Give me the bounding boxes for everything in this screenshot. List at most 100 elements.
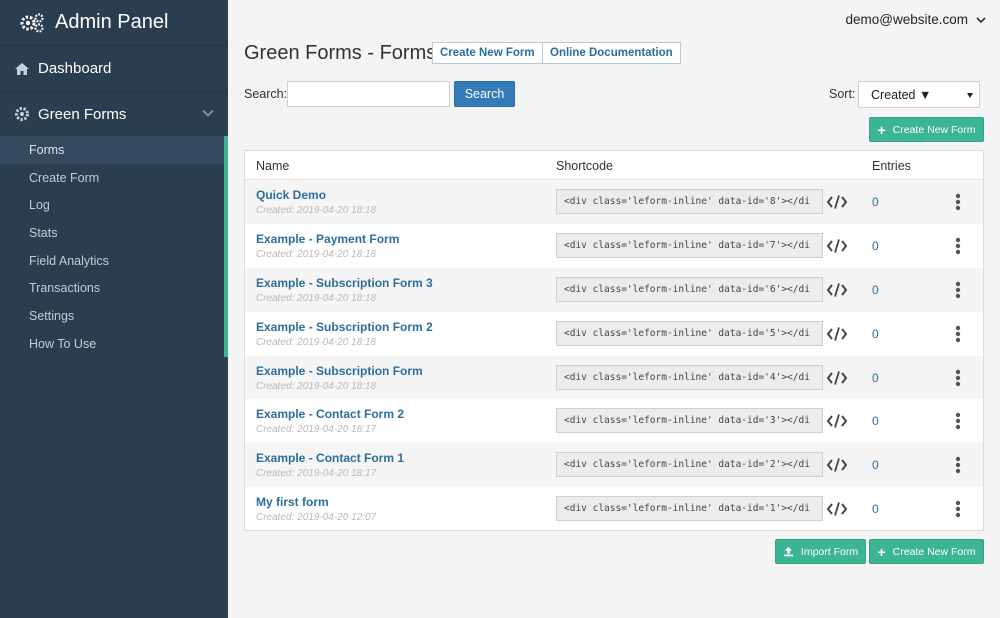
entries-count-link[interactable]: 0 [872,414,879,428]
home-icon [15,62,29,75]
shortcode-field[interactable]: <div class='leform-inline' data-id='1'><… [556,496,823,522]
table-row: Example - Payment Form Created: 2019-04-2… [245,224,983,268]
caret-down-icon [967,93,973,98]
user-email: demo@website.com [845,12,968,27]
nav-group-label: Green Forms [38,105,127,123]
sidebar-item-transactions[interactable]: Transactions [0,274,228,302]
more-vertical-icon[interactable] [953,325,963,343]
column-header-name: Name [256,159,290,173]
more-vertical-icon[interactable] [953,369,963,387]
form-name-link[interactable]: Example - Contact Form 2 [256,407,404,421]
code-icon[interactable] [827,501,847,517]
table-row: My first form Created: 2019-04-20 12:07 <d… [245,487,983,531]
create-new-form-button-bottom[interactable]: + Create New Form [869,539,984,564]
sidebar-item-log[interactable]: Log [0,191,228,219]
code-icon[interactable] [827,282,847,298]
table-row: Quick Demo Created: 2019-04-20 18:18 <div … [245,180,983,224]
more-vertical-icon[interactable] [953,237,963,255]
table-header: Name Shortcode Entries [245,151,983,180]
code-icon[interactable] [827,413,847,429]
import-form-button[interactable]: Import Form [775,539,866,564]
chevron-down-icon [202,109,214,117]
shortcode-field[interactable]: <div class='leform-inline' data-id='2'><… [556,452,823,478]
create-new-form-label: Create New Form [892,123,976,136]
created-date: Created: 2019-04-20 18:18 [256,248,377,260]
header-create-new-form-button[interactable]: Create New Form [432,42,543,64]
code-icon[interactable] [827,370,847,386]
table-body: Quick Demo Created: 2019-04-20 18:18 <div … [245,180,983,531]
sidebar-item-how-to-use[interactable]: How To Use [0,330,228,358]
column-header-shortcode: Shortcode [556,159,613,173]
entries-count-link[interactable]: 0 [872,239,879,253]
shortcode-field[interactable]: <div class='leform-inline' data-id='7'><… [556,232,823,258]
sidebar-item-forms[interactable]: Forms [0,136,228,164]
code-icon[interactable] [827,326,847,342]
code-icon[interactable] [827,194,847,210]
sort-label: Sort: [829,87,856,101]
sidebar-item-stats[interactable]: Stats [0,219,228,247]
form-name-link[interactable]: Example - Subscription Form 2 [256,320,433,334]
shortcode-field[interactable]: <div class='leform-inline' data-id='8'><… [556,189,823,214]
page-title: Green Forms - Forms [244,42,437,64]
sort-value: Created ▼ [871,87,932,102]
entries-count-link[interactable]: 0 [872,502,879,516]
upload-icon [783,547,793,557]
search-button[interactable]: Search [454,81,515,107]
create-new-form-button-top[interactable]: + Create New Form [869,117,984,142]
code-icon[interactable] [827,238,847,254]
form-name-link[interactable]: Example - Contact Form 1 [256,451,404,465]
forms-table: Name Shortcode Entries Quick Demo Created… [244,150,984,531]
plus-icon: + [877,121,886,138]
app-title: Admin Panel [55,11,169,33]
shortcode-field[interactable]: <div class='leform-inline' data-id='4'><… [556,364,823,390]
more-vertical-icon[interactable] [953,456,963,474]
table-row: Example - Subscription Form 3 Created: 20… [245,267,983,312]
shortcode-field[interactable]: <div class='leform-inline' data-id='5'><… [556,320,823,346]
more-vertical-icon[interactable] [953,412,963,430]
brand[interactable]: Admin Panel [0,0,228,46]
table-row: Example - Subscription Form Created: 2019… [245,355,983,400]
table-row: Example - Contact Form 2 Created: 2019-04… [245,399,983,443]
online-documentation-button[interactable]: Online Documentation [542,42,681,64]
subnav-accent-bar [224,136,228,357]
search-input[interactable] [287,81,450,107]
nav-group-green-forms[interactable]: Green Forms [0,92,228,136]
gear-icon [15,107,29,121]
created-date: Created: 2019-04-20 18:18 [256,292,377,304]
chevron-down-icon [976,16,986,23]
table-row: Example - Subscription Form 2 Created: 20… [245,312,983,356]
created-date: Created: 2019-04-20 12:07 [256,512,377,524]
form-name-link[interactable]: Example - Subscription Form [256,364,423,378]
form-name-link[interactable]: Example - Payment Form [256,232,399,246]
form-name-link[interactable]: My first form [256,495,329,509]
more-vertical-icon[interactable] [953,193,963,211]
nav-dashboard[interactable]: Dashboard [0,46,228,92]
more-vertical-icon[interactable] [953,281,963,299]
sort-select[interactable]: Created ▼ [858,81,980,108]
form-name-link[interactable]: Example - Subscription Form 3 [256,276,433,290]
more-vertical-icon[interactable] [953,500,963,518]
sidebar-item-field-analytics[interactable]: Field Analytics [0,247,228,275]
shortcode-field[interactable]: <div class='leform-inline' data-id='6'><… [556,276,823,302]
created-date: Created: 2019-04-20 18:18 [256,205,377,216]
subnav: Forms Create Form Log Stats Field Analyt… [0,136,228,358]
entries-count-link[interactable]: 0 [872,458,879,472]
entries-count-link[interactable]: 0 [872,283,879,297]
nav-dashboard-label: Dashboard [38,60,112,77]
entries-count-link[interactable]: 0 [872,327,879,341]
shortcode-field[interactable]: <div class='leform-inline' data-id='3'><… [556,408,823,434]
user-menu[interactable]: demo@website.com [845,12,986,27]
sidebar-item-settings[interactable]: Settings [0,302,228,330]
entries-count-link[interactable]: 0 [872,195,879,209]
entries-count-link[interactable]: 0 [872,371,879,385]
table-row: Example - Contact Form 1 Created: 2019-04… [245,443,983,488]
form-name-link[interactable]: Quick Demo [256,188,326,202]
gears-logo-icon [20,12,44,33]
sidebar-item-create-form[interactable]: Create Form [0,164,228,192]
code-icon[interactable] [827,457,847,473]
create-new-form-label: Create New Form [892,545,976,558]
created-date: Created: 2019-04-20 18:18 [256,336,377,348]
created-date: Created: 2019-04-20 18:17 [256,424,377,436]
search-label: Search: [244,87,288,101]
sidebar: Admin Panel Dashboard Green Forms Forms … [0,0,228,618]
